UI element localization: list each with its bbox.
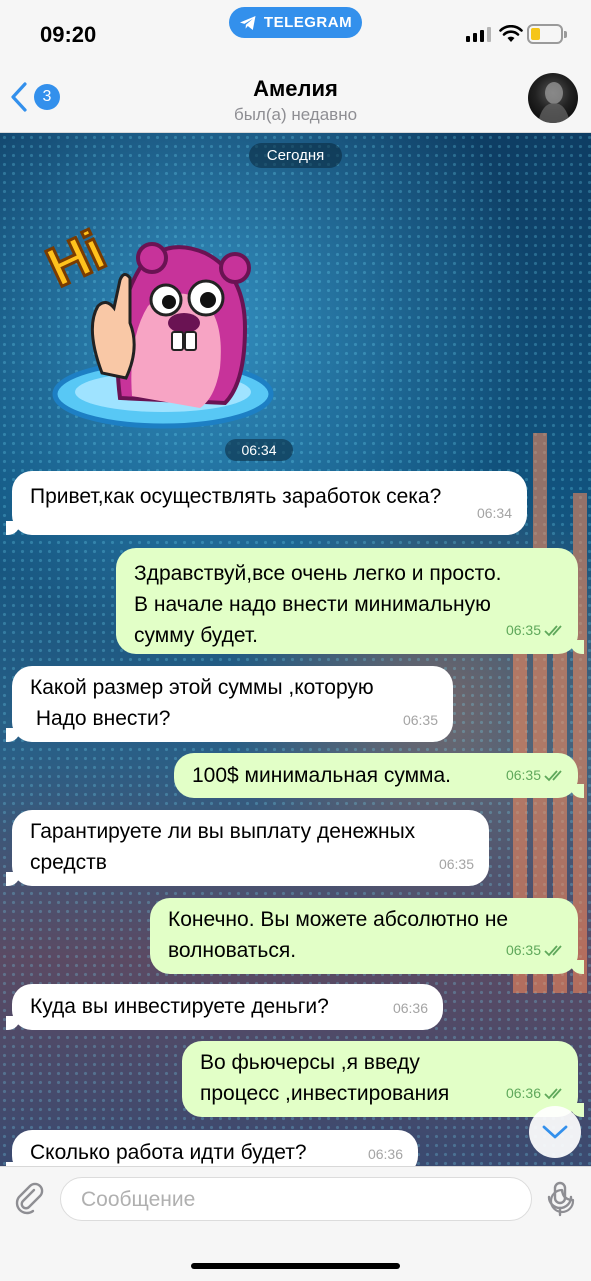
message-input-field[interactable]	[60, 1177, 575, 1222]
sticker-timestamp: 06:34	[225, 439, 293, 461]
double-check-icon	[544, 624, 562, 636]
contact-name[interactable]: Амелия	[0, 76, 591, 102]
message-meta: 06:35	[506, 935, 566, 966]
scroll-to-bottom-button[interactable]	[529, 1106, 581, 1158]
wifi-icon	[499, 25, 523, 42]
double-check-icon	[544, 769, 562, 781]
sticker-hi-text: Hi	[40, 218, 114, 299]
message-meta: 06:35	[506, 760, 566, 791]
double-check-icon	[544, 1087, 562, 1099]
last-seen-status: был(а) недавно	[233, 105, 358, 124]
message-meta: 06:36	[506, 1078, 566, 1109]
paperclip-icon[interactable]	[12, 1181, 46, 1215]
double-check-icon	[544, 944, 562, 956]
message-time: 06:36	[505, 1085, 541, 1101]
message-time: 06:35	[402, 712, 438, 728]
message-composer	[0, 1166, 591, 1281]
message-time: 06:35	[505, 622, 541, 638]
message-time: 06:35	[438, 856, 474, 872]
message-time: 06:35	[505, 767, 541, 783]
telegram-plane-icon	[239, 15, 256, 30]
message-time: 06:35	[505, 942, 541, 958]
home-indicator	[191, 1263, 400, 1269]
chevron-down-icon	[542, 1125, 568, 1139]
status-time: 09:20	[40, 22, 97, 47]
message-bubble-outgoing[interactable]: 100$ минимальная сумма. 06:35	[174, 753, 584, 798]
avatar[interactable]	[528, 73, 578, 123]
message-bubble-outgoing[interactable]: Во фьючерсы ,я введу процесс ,инвестиров…	[182, 1041, 584, 1117]
status-bar: 09:20 TELEGRAM	[0, 0, 591, 64]
message-text: Конечно. Вы можете абсолютно не волноват…	[168, 908, 509, 962]
message-text: Здравствуй,все очень легко и просто. В н…	[134, 562, 502, 647]
cellular-signal-icon	[466, 27, 491, 42]
message-time: 06:34	[476, 505, 512, 521]
message-input[interactable]	[79, 1178, 483, 1222]
beaver-hi-sticker[interactable]: Hi	[40, 198, 280, 438]
avatar-silhouette-icon	[538, 82, 570, 123]
chat-area[interactable]: Сегодня Hi 06:34 Привет,как осуществлять…	[0, 133, 591, 1166]
telegram-pill-label: TELEGRAM	[263, 14, 353, 31]
message-text: Куда вы инвестируете деньги?	[30, 995, 329, 1018]
message-text: Сколько работа идти будет?	[30, 1141, 307, 1164]
message-text: Гарантируете ли вы выплату денежных сред…	[30, 820, 416, 874]
message-meta: 06:35	[506, 615, 566, 646]
message-bubble-incoming[interactable]: Привет,как осуществлять заработок сека? …	[6, 471, 527, 535]
message-bubble-incoming[interactable]: Сколько работа идти будет? 06:36	[6, 1130, 418, 1166]
battery-icon	[527, 24, 567, 44]
date-separator: Сегодня	[249, 143, 342, 168]
message-time: 06:36	[392, 1000, 428, 1016]
message-text: Привет,как осуществлять заработок сека?	[30, 485, 442, 508]
message-bubble-outgoing[interactable]: Здравствуй,все очень легко и просто. В н…	[116, 548, 584, 654]
message-bubble-incoming[interactable]: Куда вы инвестируете деньги? 06:36	[6, 984, 443, 1030]
message-bubble-incoming[interactable]: Гарантируете ли вы выплату денежных сред…	[6, 810, 489, 886]
message-text: 100$ минимальная сумма.	[192, 764, 451, 787]
message-text: Какой размер этой суммы ,которую Надо вн…	[30, 676, 374, 730]
message-bubble-outgoing[interactable]: Конечно. Вы можете абсолютно не волноват…	[150, 898, 584, 974]
chat-header: 3 Амелия был(а) недавно	[0, 64, 591, 133]
message-text: Во фьючерсы ,я введу процесс ,инвестиров…	[200, 1051, 450, 1105]
telegram-return-pill[interactable]: TELEGRAM	[229, 7, 362, 38]
message-time: 06:36	[367, 1146, 403, 1162]
microphone-icon[interactable]	[545, 1181, 575, 1217]
message-bubble-incoming[interactable]: Какой размер этой суммы ,которую Надо вн…	[6, 666, 453, 742]
